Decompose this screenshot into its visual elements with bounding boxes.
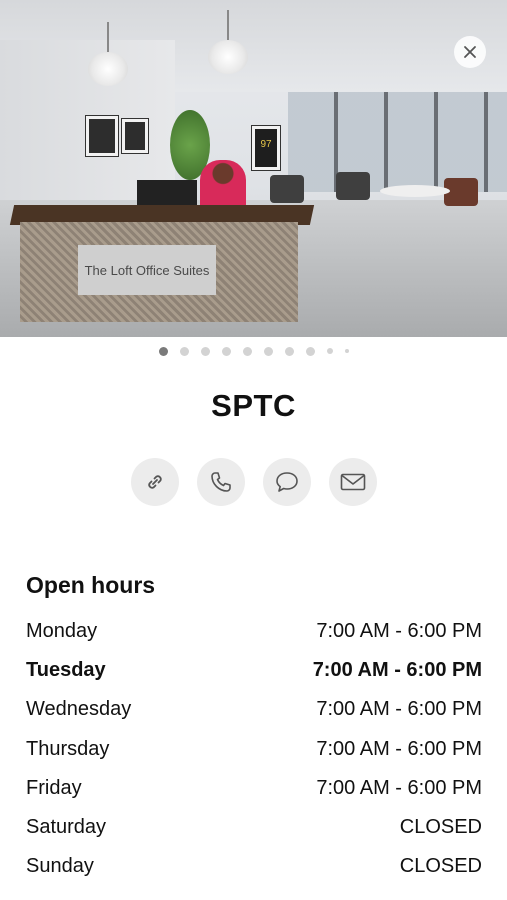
hours-row-monday: Monday 7:00 AM - 6:00 PM bbox=[26, 612, 482, 651]
page-dot[interactable] bbox=[242, 346, 252, 356]
page-dot[interactable] bbox=[263, 346, 273, 356]
wall-frame bbox=[86, 116, 118, 156]
jersey-frame: 97 bbox=[252, 126, 280, 170]
close-icon bbox=[464, 46, 476, 58]
hours-row-friday: Friday 7:00 AM - 6:00 PM bbox=[26, 769, 482, 808]
page-dot[interactable] bbox=[284, 346, 294, 356]
email-button[interactable] bbox=[328, 458, 377, 506]
day-label: Wednesday bbox=[26, 698, 132, 721]
day-label: Thursday bbox=[26, 737, 110, 760]
call-button[interactable] bbox=[196, 458, 245, 506]
hours-value: 7:00 AM - 6:00 PM bbox=[312, 659, 482, 682]
hours-row-thursday: Thursday 7:00 AM - 6:00 PM bbox=[26, 730, 482, 769]
day-label: Monday bbox=[26, 620, 98, 643]
page-dot[interactable] bbox=[305, 346, 315, 356]
page-dot[interactable] bbox=[221, 346, 231, 356]
close-button[interactable] bbox=[454, 36, 486, 68]
pendant-lamp bbox=[88, 22, 128, 86]
day-label: Sunday bbox=[26, 855, 94, 878]
hours-row-wednesday: Wednesday 7:00 AM - 6:00 PM bbox=[26, 690, 482, 729]
hours-row-sunday: Sunday CLOSED bbox=[26, 847, 482, 886]
place-name: SPTC bbox=[211, 388, 296, 423]
page-dot[interactable] bbox=[344, 349, 349, 353]
day-label: Tuesday bbox=[26, 659, 106, 682]
hours-value: 7:00 AM - 6:00 PM bbox=[316, 698, 482, 721]
envelope-icon bbox=[340, 473, 365, 491]
hours-value: CLOSED bbox=[399, 855, 482, 878]
link-button[interactable] bbox=[130, 458, 179, 506]
chat-bubble-icon bbox=[275, 472, 298, 492]
hours-row-saturday: Saturday CLOSED bbox=[26, 808, 482, 847]
pendant-lamp bbox=[208, 10, 248, 74]
hours-value: 7:00 AM - 6:00 PM bbox=[316, 620, 482, 643]
day-label: Saturday bbox=[26, 816, 107, 839]
chair bbox=[270, 175, 304, 203]
page-dot[interactable] bbox=[179, 346, 189, 356]
link-icon bbox=[147, 475, 162, 489]
day-label: Friday bbox=[26, 776, 82, 799]
page-dot-active[interactable] bbox=[158, 346, 168, 356]
hours-value: 7:00 AM - 6:00 PM bbox=[316, 776, 482, 799]
message-button[interactable] bbox=[262, 458, 311, 506]
office-photo[interactable]: 97 The Loft Office Suites bbox=[0, 0, 507, 337]
desk-sign: The Loft Office Suites bbox=[78, 245, 216, 295]
open-hours-list: Monday 7:00 AM - 6:00 PM Tuesday 7:00 AM… bbox=[26, 612, 482, 886]
hours-row-tuesday-today: Tuesday 7:00 AM - 6:00 PM bbox=[26, 651, 482, 690]
photo-windows bbox=[288, 92, 507, 192]
phone-icon bbox=[210, 472, 231, 492]
page-dot[interactable] bbox=[326, 348, 333, 354]
wall-frame bbox=[122, 119, 148, 153]
chair bbox=[336, 172, 370, 200]
open-hours-heading: Open hours bbox=[26, 572, 156, 598]
hours-value: CLOSED bbox=[399, 816, 482, 839]
round-table bbox=[380, 185, 450, 197]
page-dot[interactable] bbox=[200, 346, 210, 356]
action-buttons bbox=[0, 458, 507, 506]
carousel-page-indicator[interactable] bbox=[0, 346, 507, 356]
jersey-number: 97 bbox=[260, 139, 272, 150]
hours-value: 7:00 AM - 6:00 PM bbox=[316, 737, 482, 760]
